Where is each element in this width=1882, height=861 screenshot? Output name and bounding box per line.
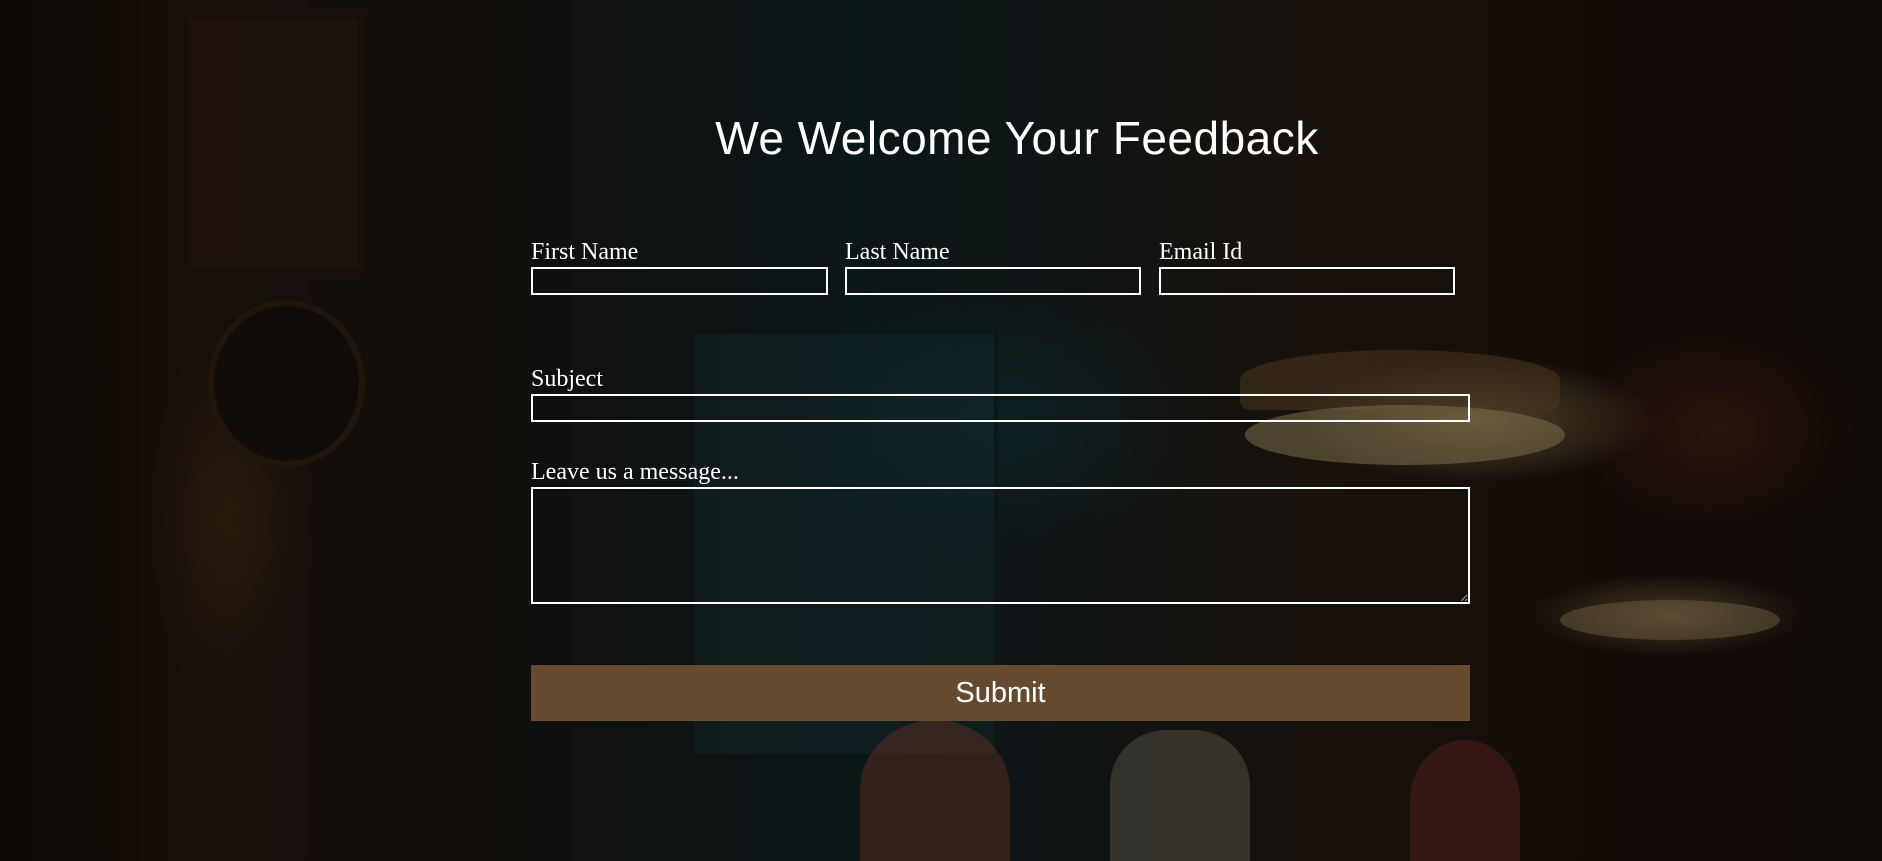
email-input[interactable]: [1159, 267, 1455, 295]
page-title: We Welcome Your Feedback: [715, 112, 1319, 164]
subject-label: Subject: [531, 366, 603, 392]
feedback-page: We Welcome Your Feedback First Name Last…: [0, 0, 1882, 861]
message-textarea[interactable]: [531, 487, 1470, 604]
subject-input[interactable]: [531, 394, 1470, 422]
email-label: Email Id: [1159, 239, 1243, 265]
last-name-label: Last Name: [845, 239, 950, 265]
message-label: Leave us a message...: [531, 459, 739, 485]
feedback-form: We Welcome Your Feedback First Name Last…: [0, 0, 1882, 861]
last-name-input[interactable]: [845, 267, 1141, 295]
first-name-input[interactable]: [531, 267, 828, 295]
submit-button[interactable]: Submit: [531, 665, 1470, 721]
first-name-label: First Name: [531, 239, 639, 265]
